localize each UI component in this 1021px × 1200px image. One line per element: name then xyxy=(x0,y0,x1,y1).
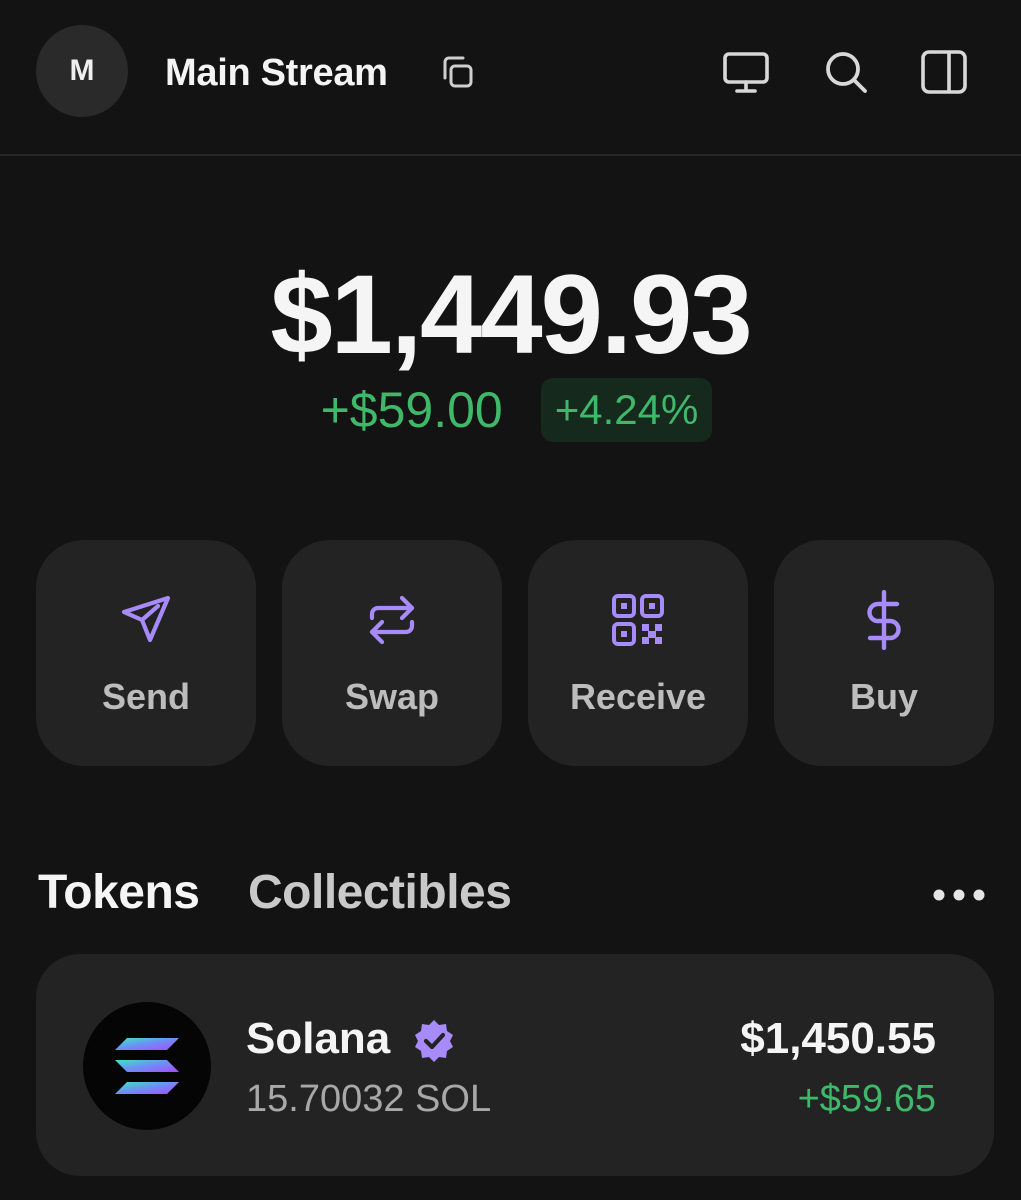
balance-change-amount: +$59.00 xyxy=(320,382,503,438)
sidebar-panel-icon[interactable] xyxy=(918,46,970,98)
token-change: +$59.65 xyxy=(797,1078,936,1120)
tab-tokens[interactable]: Tokens xyxy=(38,865,200,920)
token-value: $1,450.55 xyxy=(740,1014,936,1063)
swap-label: Swap xyxy=(344,676,440,717)
solana-logo-icon xyxy=(83,1002,211,1130)
account-name[interactable]: Main Stream xyxy=(165,52,388,95)
header-bar: M Main Stream xyxy=(0,0,1021,156)
search-icon[interactable] xyxy=(820,46,872,98)
receive-button[interactable]: Receive xyxy=(528,540,748,766)
token-amount: 15.70032 SOL xyxy=(246,1078,492,1120)
receive-label: Receive xyxy=(569,676,707,717)
avatar-initial: M xyxy=(69,54,95,87)
monitor-icon[interactable] xyxy=(720,46,772,98)
buy-label: Buy xyxy=(849,676,918,717)
action-buttons: Send Swap Receive Buy xyxy=(36,540,994,766)
total-balance: $1,449.93 xyxy=(270,252,752,377)
send-button[interactable]: Send xyxy=(36,540,256,766)
balance-change-row: +$59.00 +4.24% xyxy=(0,378,1021,442)
dollar-icon xyxy=(867,590,901,650)
more-options-icon[interactable] xyxy=(930,880,988,910)
balance-change-percent-badge: +4.24% xyxy=(540,378,713,442)
qr-code-icon xyxy=(612,594,664,646)
token-row-solana[interactable]: Solana 15.70032 SOL $1,450.55 +$59.65 xyxy=(36,954,994,1176)
verified-badge-icon xyxy=(415,1020,453,1062)
swap-icon xyxy=(369,595,415,645)
buy-button[interactable]: Buy xyxy=(774,540,994,766)
account-avatar[interactable]: M xyxy=(36,25,128,117)
tab-collectibles[interactable]: Collectibles xyxy=(248,865,512,920)
token-name: Solana xyxy=(246,1014,391,1063)
copy-icon[interactable] xyxy=(437,52,477,92)
swap-button[interactable]: Swap xyxy=(282,540,502,766)
send-icon xyxy=(121,595,171,643)
send-label: Send xyxy=(101,676,190,717)
